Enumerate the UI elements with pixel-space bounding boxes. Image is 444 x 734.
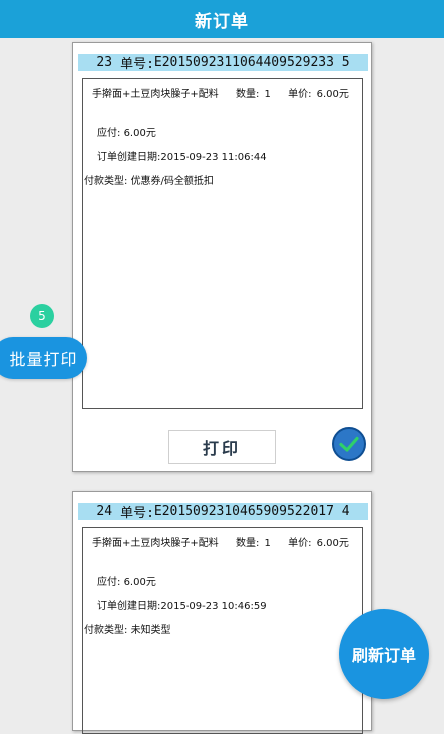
order-number: E2015092310465909522017 4: [153, 504, 350, 519]
batch-print-button[interactable]: 批量打印: [0, 337, 87, 379]
item-line: 手擀面+土豆肉块臊子+配料 数量: 1 单价: 6.00元: [92, 534, 351, 549]
price-label: 单价:: [288, 538, 312, 549]
payment-line: 付款类型: 未知类型: [84, 621, 171, 636]
order-card: 23 单号: E2015092311064409529233 5 手擀面+土豆肉…: [72, 42, 372, 472]
receipt-preview: 手擀面+土豆肉块臊子+配料 数量: 1 单价: 6.00元 应付: 6.00元 …: [82, 78, 363, 409]
order-number-label: 单号:: [120, 57, 154, 72]
order-number-label: 单号:: [120, 506, 154, 521]
amount-line: 应付: 6.00元: [97, 124, 156, 139]
item-line: 手擀面+土豆肉块臊子+配料 数量: 1 单价: 6.00元: [92, 85, 351, 100]
order-number: E2015092311064409529233 5: [153, 55, 350, 70]
amount-value: 6.00元: [123, 577, 156, 588]
order-index: 23: [96, 55, 113, 70]
print-button[interactable]: 打印: [168, 430, 276, 464]
amount-label: 应付:: [97, 577, 121, 588]
order-number-header: 24 单号: E2015092310465909522017 4: [78, 503, 368, 521]
payment-value: 未知类型: [130, 625, 171, 636]
payment-value: 优惠券/码全额抵扣: [130, 176, 214, 187]
item-name: 手擀面+土豆肉块臊子+配料: [92, 89, 219, 100]
amount-line: 应付: 6.00元: [97, 573, 156, 588]
item-name: 手擀面+土豆肉块臊子+配料: [92, 538, 219, 549]
price-value: 6.00元: [316, 89, 349, 100]
order-card: 24 单号: E2015092310465909522017 4 手擀面+土豆肉…: [72, 491, 372, 734]
amount-label: 应付:: [97, 128, 121, 139]
date-value: 2015-09-23 10:46:59: [160, 601, 267, 612]
date-line: 订单创建日期:2015-09-23 11:06:44: [97, 148, 267, 163]
payment-label: 付款类型:: [84, 176, 128, 187]
amount-value: 6.00元: [123, 128, 156, 139]
page-title: 新订单: [195, 11, 249, 32]
date-label: 订单创建日期:: [97, 601, 161, 612]
payment-line: 付款类型: 优惠券/码全额抵扣: [84, 172, 214, 187]
date-label: 订单创建日期:: [97, 152, 161, 163]
order-number-header: 23 单号: E2015092311064409529233 5: [78, 54, 368, 72]
qty-label: 数量:: [235, 89, 260, 100]
price-label: 单价:: [288, 89, 312, 100]
qty-value: 1: [264, 89, 271, 100]
date-value: 2015-09-23 11:06:44: [160, 152, 267, 163]
qty-value: 1: [264, 538, 271, 549]
checkmark-icon: [339, 436, 359, 452]
title-bar: 新订单: [0, 0, 444, 38]
date-line: 订单创建日期:2015-09-23 10:46:59: [97, 597, 267, 612]
refresh-orders-button[interactable]: 刷新订单: [339, 609, 429, 699]
check-circle-icon[interactable]: [332, 427, 366, 461]
price-value: 6.00元: [316, 538, 349, 549]
qty-label: 数量:: [235, 538, 260, 549]
receipt-preview: 手擀面+土豆肉块臊子+配料 数量: 1 单价: 6.00元 应付: 6.00元 …: [82, 527, 363, 734]
order-index: 24: [96, 504, 113, 519]
batch-count-badge: 5: [30, 304, 54, 328]
payment-label: 付款类型:: [84, 625, 128, 636]
